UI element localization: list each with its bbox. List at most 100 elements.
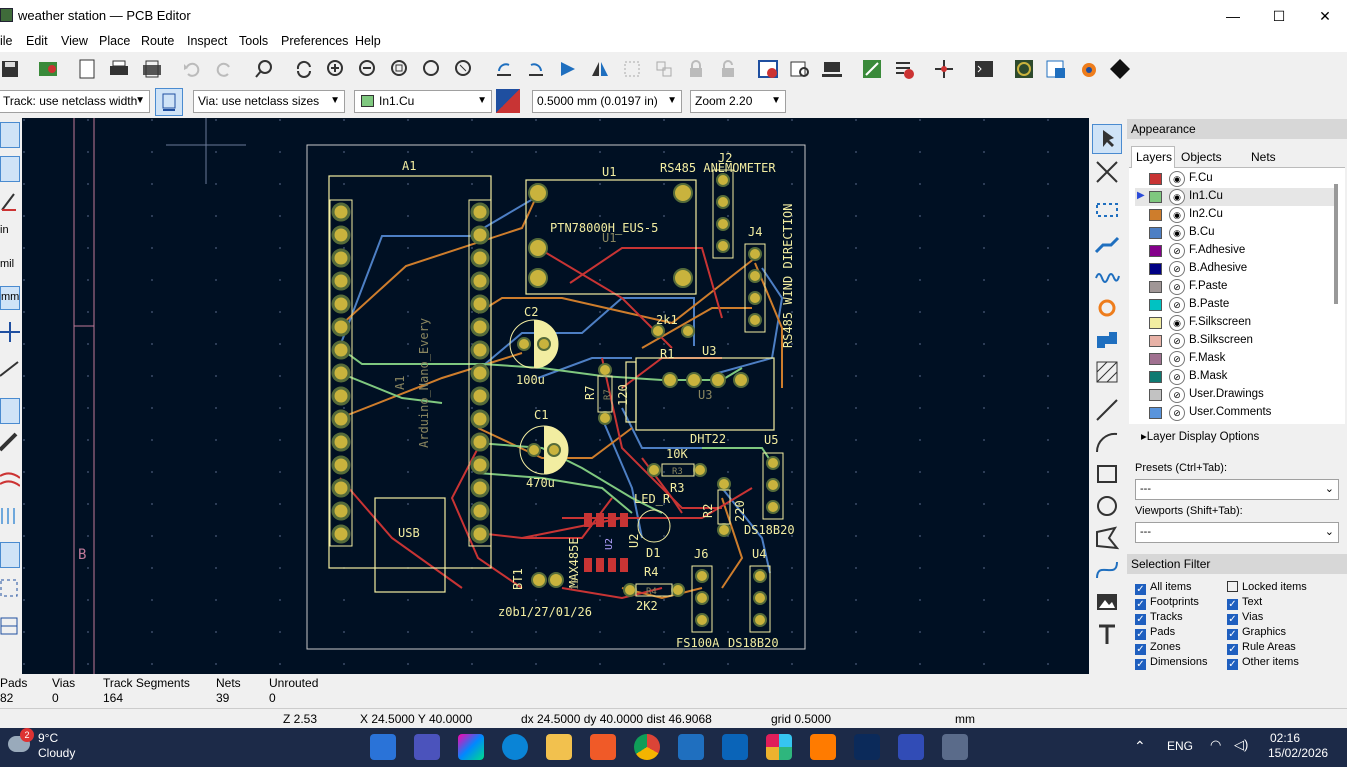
route-track-icon[interactable]: [1093, 230, 1121, 261]
draw-arc-icon[interactable]: [1093, 428, 1121, 459]
update-from-schematic-icon[interactable]: [858, 55, 886, 83]
add-via-icon[interactable]: [1093, 294, 1121, 325]
layer-color-swatch[interactable]: [1149, 173, 1162, 185]
draw-circle-icon[interactable]: [1093, 492, 1121, 523]
board-view[interactable]: B A1 U1 RS485 ANEMOMETER J2 PTN78000H_EU…: [22, 118, 1089, 674]
filter-other-items[interactable]: ✓ Other items: [1227, 656, 1299, 670]
footprint-editor-icon[interactable]: [818, 55, 846, 83]
checkbox[interactable]: ✓: [1227, 614, 1238, 625]
volume-icon[interactable]: ◁): [1234, 737, 1248, 753]
grid-overrides-icon[interactable]: [0, 156, 20, 182]
filter-dimensions[interactable]: ✓ Dimensions: [1135, 656, 1207, 670]
layer-display-options[interactable]: ▸Layer Display Options: [1141, 429, 1259, 443]
layer-color-swatch[interactable]: [1149, 281, 1162, 293]
visibility-off-icon[interactable]: ⊘: [1169, 351, 1185, 367]
checkbox[interactable]: ✓: [1135, 584, 1146, 595]
brave-icon[interactable]: [590, 734, 616, 760]
net-inspector-icon[interactable]: [930, 55, 958, 83]
layer-select[interactable]: In1.Cu ▼: [354, 90, 492, 113]
layer-color-swatch[interactable]: [1149, 227, 1162, 239]
grid-toggle-icon[interactable]: [0, 122, 20, 148]
language-indicator[interactable]: ENG: [1167, 739, 1193, 753]
mm-units[interactable]: mm: [0, 286, 20, 310]
store-icon[interactable]: [678, 734, 704, 760]
layer-row-f-paste[interactable]: ⊘ F.Paste: [1135, 278, 1335, 296]
plot-icon[interactable]: [138, 55, 166, 83]
layer-color-swatch[interactable]: [1149, 389, 1162, 401]
layer-color-swatch[interactable]: [1149, 371, 1162, 383]
undo-icon[interactable]: [178, 55, 206, 83]
find-icon[interactable]: [250, 55, 278, 83]
visibility-off-icon[interactable]: ⊘: [1169, 279, 1185, 295]
layer-color-swatch[interactable]: [1149, 245, 1162, 257]
add-text-icon[interactable]: [1093, 620, 1121, 651]
menu-inspect[interactable]: Inspect: [187, 34, 227, 48]
visibility-eye-icon[interactable]: ◉: [1169, 207, 1185, 223]
draw-line-icon[interactable]: [1093, 396, 1121, 427]
chevron-up-icon[interactable]: ⌃: [1134, 738, 1146, 755]
layer-color-swatch[interactable]: [1149, 317, 1162, 329]
zoom-fit-icon[interactable]: [386, 55, 414, 83]
layers-manager-icon[interactable]: [0, 614, 20, 638]
local-ratsnest-icon[interactable]: [1093, 158, 1121, 189]
kicad-taskbar-icon[interactable]: [898, 734, 924, 760]
tune-length-icon[interactable]: [1093, 262, 1121, 293]
layer-color-swatch[interactable]: [1149, 353, 1162, 365]
mirror-icon[interactable]: [586, 55, 614, 83]
zone-fill-icon[interactable]: [0, 542, 20, 568]
clock-time[interactable]: 02:16: [1270, 731, 1300, 745]
checkbox[interactable]: ✓: [1227, 599, 1238, 610]
visibility-off-icon[interactable]: ⊘: [1169, 297, 1185, 313]
checklist-icon[interactable]: [890, 55, 918, 83]
tab-layers[interactable]: Layers: [1131, 146, 1175, 168]
track-outline-icon[interactable]: [0, 430, 20, 454]
checkbox[interactable]: [1227, 581, 1238, 592]
copilot-icon[interactable]: [458, 734, 484, 760]
layer-row-in1-cu[interactable]: ▶ ◉ In1.Cu: [1135, 188, 1335, 206]
add-rule-area-icon[interactable]: [1093, 358, 1121, 389]
polar-coords-icon[interactable]: [0, 190, 20, 214]
filter-tracks[interactable]: ✓ Tracks: [1135, 611, 1183, 625]
filter-all-items[interactable]: ✓ All items: [1135, 581, 1192, 595]
menu-file[interactable]: ile: [0, 34, 13, 48]
auto-width-icon[interactable]: [155, 88, 183, 116]
menu-view[interactable]: View: [61, 34, 88, 48]
lock-icon[interactable]: [682, 55, 710, 83]
checkbox[interactable]: ✓: [1135, 629, 1146, 640]
cursor-style-icon[interactable]: [0, 320, 20, 344]
checkbox[interactable]: ✓: [1227, 659, 1238, 670]
layer-color-swatch[interactable]: [1149, 191, 1162, 203]
filter-rule-areas[interactable]: ✓ Rule Areas: [1227, 641, 1296, 655]
menu-tools[interactable]: Tools: [239, 34, 268, 48]
wifi-icon[interactable]: ◠: [1210, 737, 1221, 753]
page-settings-icon[interactable]: [73, 55, 101, 83]
filter-zones[interactable]: ✓ Zones: [1135, 641, 1181, 655]
layer-pair-icon[interactable]: [496, 89, 520, 113]
add-zone-icon[interactable]: [1093, 326, 1121, 357]
print-icon[interactable]: [105, 55, 133, 83]
layers-scrollbar[interactable]: [1334, 184, 1338, 304]
add-footprint-icon[interactable]: [1093, 196, 1121, 227]
footprint-library-icon[interactable]: [786, 55, 814, 83]
checkbox[interactable]: ✓: [1227, 644, 1238, 655]
visibility-off-icon[interactable]: ⊘: [1169, 333, 1185, 349]
zoom-out-icon[interactable]: [354, 55, 382, 83]
visibility-off-icon[interactable]: ⊘: [1169, 243, 1185, 259]
pcb-canvas[interactable]: B A1 U1 RS485 ANEMOMETER J2 PTN78000H_EU…: [22, 118, 1089, 674]
image-converter-icon[interactable]: [1042, 55, 1070, 83]
select-tool-icon[interactable]: [1092, 124, 1122, 154]
layer-row-f-adhesive[interactable]: ⊘ F.Adhesive: [1135, 242, 1335, 260]
visibility-eye-icon[interactable]: ◉: [1169, 225, 1185, 241]
draw-rectangle-icon[interactable]: [1093, 460, 1121, 491]
draw-bezier-icon[interactable]: [1093, 556, 1121, 587]
git-icon[interactable]: [1106, 55, 1134, 83]
checkbox[interactable]: ✓: [1135, 659, 1146, 670]
visibility-off-icon[interactable]: ⊘: [1169, 387, 1185, 403]
filter-graphics[interactable]: ✓ Graphics: [1227, 626, 1286, 640]
tab-objects[interactable]: Objects: [1181, 150, 1222, 164]
visibility-off-icon[interactable]: ⊘: [1169, 261, 1185, 277]
layer-row-user-drawings[interactable]: ⊘ User.Drawings: [1135, 386, 1335, 404]
layer-row-b-adhesive[interactable]: ⊘ B.Adhesive: [1135, 260, 1335, 278]
layer-row-f-mask[interactable]: ⊘ F.Mask: [1135, 350, 1335, 368]
ungroup-icon[interactable]: [650, 55, 678, 83]
